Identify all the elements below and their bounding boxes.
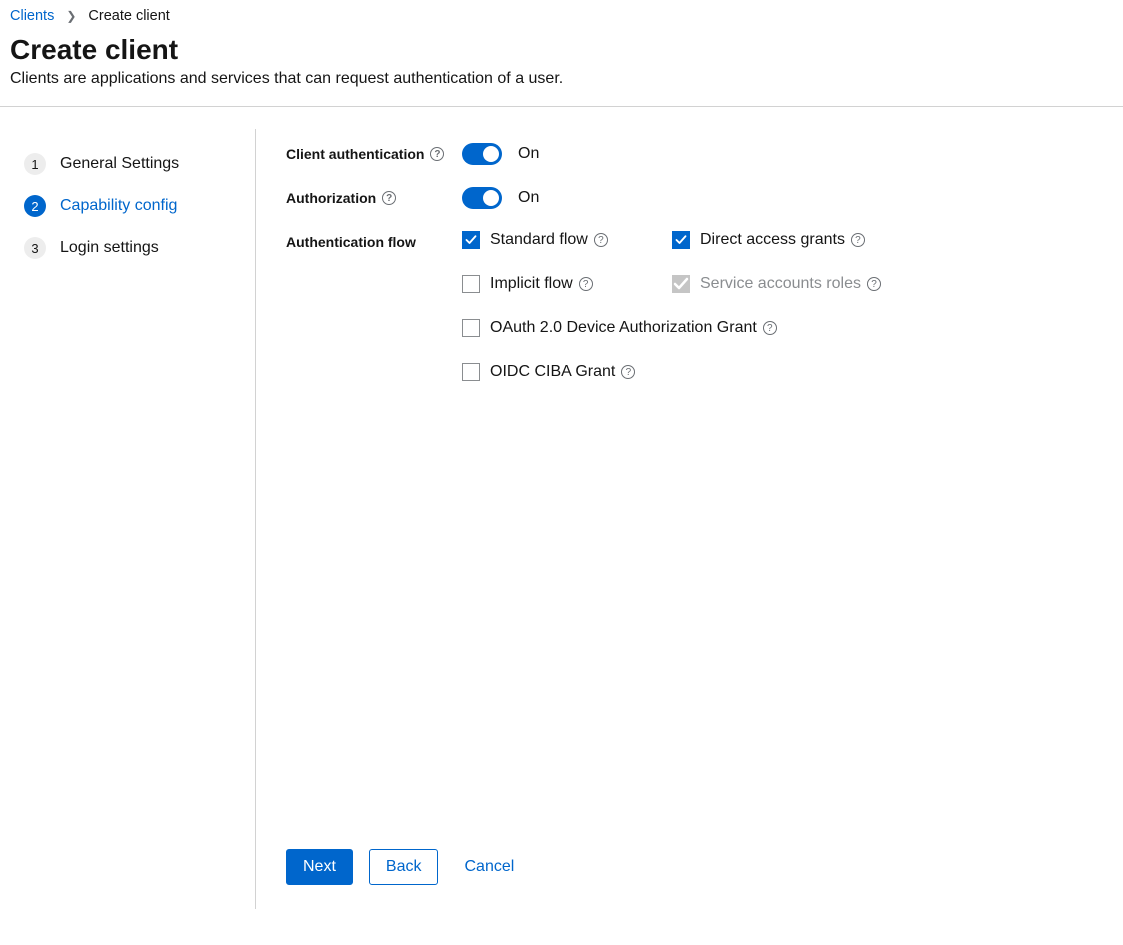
checkbox-item-oidc-ciba-grant: OIDC CIBA Grant ? <box>462 363 892 381</box>
checkbox-label-implicit-flow: Implicit flow <box>490 275 573 293</box>
form-area: Client authentication ? On Authorization… <box>256 129 1123 909</box>
label-authentication-flow: Authentication flow <box>286 234 416 250</box>
breadcrumb-current: Create client <box>88 8 169 24</box>
checkbox-label-standard-flow: Standard flow <box>490 231 588 249</box>
switch-client-authentication[interactable] <box>462 143 502 165</box>
switch-label-client-authentication: On <box>518 145 539 163</box>
wizard-step-number: 2 <box>24 195 46 217</box>
help-icon[interactable]: ? <box>851 233 865 247</box>
page-title: Create client <box>10 34 1113 66</box>
checkbox-item-direct-access-grants: Direct access grants ? <box>672 231 892 249</box>
wizard-step-number: 3 <box>24 237 46 259</box>
check-icon <box>675 234 687 246</box>
checkbox-standard-flow[interactable] <box>462 231 480 249</box>
checkbox-label-oauth-device-grant: OAuth 2.0 Device Authorization Grant <box>490 319 757 337</box>
check-icon <box>673 276 689 292</box>
page-description: Clients are applications and services th… <box>10 70 1113 88</box>
checkbox-item-service-accounts-roles: Service accounts roles ? <box>672 275 892 293</box>
chevron-right-icon: ❯ <box>66 9 76 23</box>
checkbox-label-service-accounts-roles: Service accounts roles <box>700 275 861 293</box>
wizard-nav: 1 General Settings 2 Capability config 3… <box>0 129 256 909</box>
label-authorization: Authorization <box>286 190 376 206</box>
checkbox-item-oauth-device-grant: OAuth 2.0 Device Authorization Grant ? <box>462 319 892 337</box>
row-client-authentication: Client authentication ? On <box>286 143 1099 165</box>
check-icon <box>465 234 477 246</box>
wizard-step-label: General Settings <box>60 155 179 173</box>
checkbox-label-direct-access-grants: Direct access grants <box>700 231 845 249</box>
next-button[interactable]: Next <box>286 849 353 885</box>
help-icon[interactable]: ? <box>621 365 635 379</box>
wizard-footer: Next Back Cancel <box>286 825 1099 885</box>
wizard-step-number: 1 <box>24 153 46 175</box>
help-icon[interactable]: ? <box>763 321 777 335</box>
wizard-step-label: Login settings <box>60 239 159 257</box>
back-button[interactable]: Back <box>369 849 439 885</box>
checkbox-item-standard-flow: Standard flow ? <box>462 231 672 249</box>
help-icon[interactable]: ? <box>579 277 593 291</box>
label-client-authentication: Client authentication <box>286 146 424 162</box>
row-authorization: Authorization ? On <box>286 187 1099 209</box>
checkbox-service-accounts-roles <box>672 275 690 293</box>
wizard-step-label: Capability config <box>60 197 177 215</box>
breadcrumb-link-clients[interactable]: Clients <box>10 8 54 24</box>
checkbox-implicit-flow[interactable] <box>462 275 480 293</box>
checkbox-item-implicit-flow: Implicit flow ? <box>462 275 672 293</box>
switch-authorization[interactable] <box>462 187 502 209</box>
switch-label-authorization: On <box>518 189 539 207</box>
checkbox-direct-access-grants[interactable] <box>672 231 690 249</box>
checkbox-label-oidc-ciba-grant: OIDC CIBA Grant <box>490 363 615 381</box>
breadcrumb: Clients ❯ Create client <box>0 0 1123 30</box>
page-header: Create client Clients are applications a… <box>0 30 1123 106</box>
help-icon[interactable]: ? <box>594 233 608 247</box>
help-icon[interactable]: ? <box>430 147 444 161</box>
checkbox-oauth-device-grant[interactable] <box>462 319 480 337</box>
wizard-step-login-settings[interactable]: 3 Login settings <box>24 227 255 269</box>
wizard-step-capability-config[interactable]: 2 Capability config <box>24 185 255 227</box>
wizard-step-general-settings[interactable]: 1 General Settings <box>24 143 255 185</box>
help-icon[interactable]: ? <box>867 277 881 291</box>
row-authentication-flow: Authentication flow Standard flow ? <box>286 231 1099 381</box>
checkbox-oidc-ciba-grant[interactable] <box>462 363 480 381</box>
cancel-button[interactable]: Cancel <box>454 850 524 884</box>
help-icon[interactable]: ? <box>382 191 396 205</box>
